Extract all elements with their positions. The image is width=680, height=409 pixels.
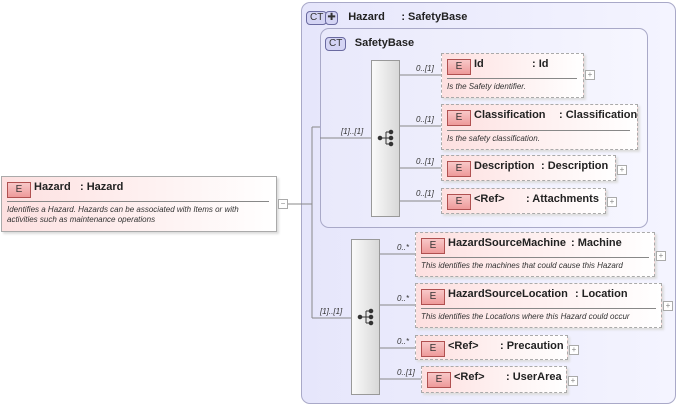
expand-icon[interactable]: + xyxy=(617,165,627,175)
expand-icon[interactable]: + xyxy=(663,301,673,311)
element-name: HazardSourceMachine xyxy=(448,237,566,249)
element-attachments[interactable]: E <Ref> : Attachments xyxy=(441,188,606,214)
cardinality: 0..[1] xyxy=(416,157,434,166)
cardinality: 0..[1] xyxy=(416,64,434,73)
element-id[interactable]: E Id : Id Is the Safety identifier. xyxy=(441,53,584,98)
cardinality: 0..* xyxy=(397,243,410,252)
element-type: : Location xyxy=(575,288,628,300)
expand-icon[interactable]: + xyxy=(568,376,578,386)
sequence-icon xyxy=(357,308,374,326)
expand-icon[interactable]: + xyxy=(607,197,617,207)
element-name: <Ref> xyxy=(448,340,479,352)
element-precaution[interactable]: E <Ref> : Precaution xyxy=(415,335,568,360)
element-icon: E xyxy=(421,238,445,254)
element-doc: This identifies the Locations where this… xyxy=(421,308,656,321)
element-name: Hazard xyxy=(34,181,71,193)
cardinality: 0..* xyxy=(397,294,410,303)
seq2-cardinality: [1]..[1] xyxy=(320,307,343,316)
element-userarea[interactable]: E <Ref> : UserArea xyxy=(421,366,567,393)
element-type: : Attachments xyxy=(526,193,599,205)
element-name: Description xyxy=(474,160,535,172)
element-name: Id xyxy=(474,58,484,70)
expand-icon[interactable]: + xyxy=(569,345,579,355)
element-hazardsourcemachine[interactable]: E HazardSourceMachine : Machine This ide… xyxy=(415,232,655,277)
element-icon: E xyxy=(447,161,471,177)
element-doc: Identifies a Hazard. Hazards can be asso… xyxy=(7,201,269,225)
expand-icon[interactable]: + xyxy=(656,251,666,261)
element-hazardsourcelocation[interactable]: E HazardSourceLocation : Location This i… xyxy=(415,283,662,328)
element-name: <Ref> xyxy=(474,193,505,205)
expand-icon[interactable]: + xyxy=(585,70,595,80)
collapse-icon[interactable]: − xyxy=(278,199,288,209)
element-type: : Machine xyxy=(571,237,622,249)
element-doc: Is the Safety identifier. xyxy=(447,78,577,91)
element-icon: E xyxy=(7,182,31,198)
element-icon: E xyxy=(421,341,445,357)
element-name: Classification xyxy=(474,109,546,121)
element-icon: E xyxy=(421,289,445,305)
element-type: : Hazard xyxy=(80,181,124,193)
element-type: : Id xyxy=(532,58,549,70)
element-type: : Precaution xyxy=(500,340,564,352)
element-type: : Classification xyxy=(559,109,638,121)
element-icon: E xyxy=(427,372,451,388)
element-type: : Description xyxy=(541,160,609,172)
cardinality: 0..[1] xyxy=(416,189,434,198)
element-name: HazardSourceLocation xyxy=(448,288,568,300)
element-doc: This identifies the machines that could … xyxy=(421,257,649,270)
element-icon: E xyxy=(447,194,471,210)
element-name: <Ref> xyxy=(454,371,485,383)
seq1-cardinality: [1]..[1] xyxy=(341,127,364,136)
element-icon: E xyxy=(447,110,471,126)
sequence-icon xyxy=(377,129,394,147)
element-type: : UserArea xyxy=(506,371,562,383)
cardinality: 0..[1] xyxy=(416,115,434,124)
cardinality: 0..* xyxy=(397,337,410,346)
cardinality: 0..[1] xyxy=(397,368,415,377)
element-doc: Is the safety classification. xyxy=(447,130,630,143)
element-description[interactable]: E Description : Description xyxy=(441,155,616,181)
element-hazard[interactable]: E Hazard : Hazard Identifies a Hazard. H… xyxy=(1,176,277,232)
element-icon: E xyxy=(447,59,471,75)
element-classification[interactable]: E Classification : Classification Is the… xyxy=(441,104,638,150)
